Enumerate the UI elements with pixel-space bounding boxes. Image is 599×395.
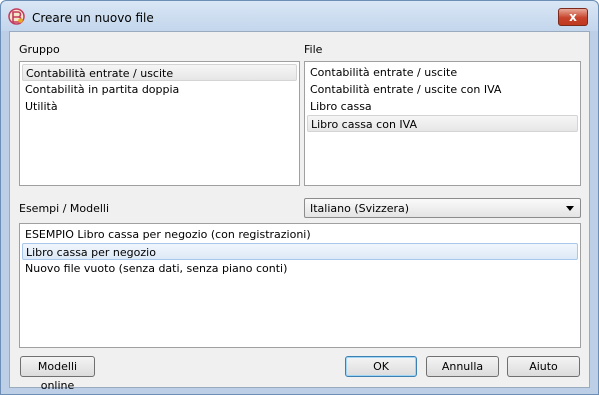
dialog-window: Creare un nuovo file x Gruppo Contabilit…	[0, 0, 599, 395]
file-item[interactable]: Libro cassa con IVA	[307, 115, 578, 132]
ok-button[interactable]: OK	[345, 356, 417, 377]
app-icon	[8, 8, 25, 25]
window-title: Creare un nuovo file	[32, 11, 154, 25]
file-label: File	[304, 43, 323, 56]
language-select[interactable]: Italiano (Svizzera)	[304, 198, 581, 218]
dialog-body: Gruppo Contabilità entrate / uscite Cont…	[9, 31, 590, 392]
chevron-down-icon	[566, 206, 574, 211]
esempi-listbox[interactable]: ESEMPIO Libro cassa per negozio (con reg…	[19, 223, 581, 348]
gruppo-label: Gruppo	[19, 43, 60, 56]
title-bar[interactable]: Creare un nuovo file x	[1, 1, 598, 31]
help-button[interactable]: Aiuto	[507, 356, 580, 377]
file-item[interactable]: Libro cassa	[307, 98, 578, 115]
language-select-value: Italiano (Svizzera)	[310, 202, 410, 215]
file-listbox[interactable]: Contabilità entrate / uscite Contabilità…	[304, 61, 581, 186]
cancel-button[interactable]: Annulla	[426, 356, 499, 377]
gruppo-item[interactable]: Contabilità entrate / uscite	[22, 64, 297, 81]
gruppo-listbox[interactable]: Contabilità entrate / uscite Contabilità…	[19, 61, 300, 186]
esempi-item[interactable]: ESEMPIO Libro cassa per negozio (con reg…	[22, 226, 578, 243]
esempi-item[interactable]: Libro cassa per negozio	[22, 243, 578, 260]
close-button[interactable]: x	[558, 8, 588, 26]
esempi-label: Esempi / Modelli	[19, 202, 110, 215]
gruppo-item[interactable]: Contabilità in partita doppia	[22, 81, 297, 98]
file-item[interactable]: Contabilità entrate / uscite	[307, 64, 578, 81]
close-icon: x	[569, 10, 577, 24]
file-item[interactable]: Contabilità entrate / uscite con IVA	[307, 81, 578, 98]
gruppo-item[interactable]: Utilità	[22, 98, 297, 115]
esempi-item[interactable]: Nuovo file vuoto (senza dati, senza pian…	[22, 260, 578, 277]
online-models-button[interactable]: Modelli online	[20, 356, 95, 392]
